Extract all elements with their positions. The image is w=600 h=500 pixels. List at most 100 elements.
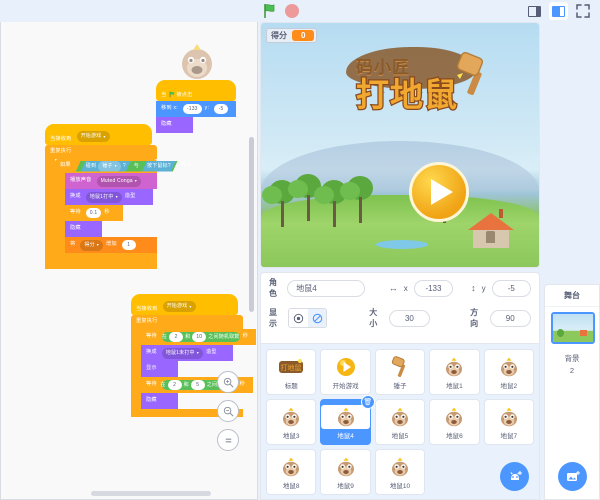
block-if-then[interactable]: 如果 碰到 锤子 ▾ ? 与 按下鼠标? 那么 播放声音 Muted Conga… [55,159,191,261]
random-from[interactable]: 2 [169,332,184,342]
hammer-icon [391,355,406,377]
stage-thumbnail[interactable] [551,312,595,344]
code-horizontal-scrollbar[interactable] [91,491,211,496]
script-when-flag-clicked[interactable]: 当 被点击 移到 x: -133 y: -5 隐藏 [156,80,237,133]
stage-thumbnail-wrap[interactable] [545,307,599,349]
add-backdrop-button[interactable] [558,462,587,491]
sprite-info-panel: 角色 地鼠4 ↔ x -133 ↕ y -5 显示 大小 30 方向 90 [260,272,540,344]
wait-input[interactable]: 0.1 [85,208,102,218]
costume-suffix: 造型 [205,349,217,356]
sprite-tile-label: 地鼠1 [446,382,463,390]
forever-header: 重复执行 [131,315,243,329]
sprite-tile-label: 地鼠6 [446,432,463,440]
stage[interactable]: ⌃ ⌃ ⌃ ⌃ 得分 0 码小匠 打地鼠 [260,22,540,268]
large-stage-layout-button[interactable] [549,2,568,20]
y-input[interactable]: -5 [491,279,532,297]
stage-layout-controls [525,2,592,20]
sprite-tile-地鼠10[interactable]: 地鼠10 [374,449,426,495]
sprite-watermark-icon [182,44,212,79]
code-workspace[interactable]: 当 被点击 移到 x: -133 y: -5 隐藏 当接收到 开始游戏 ▾ 重复… [0,22,258,500]
sprite-tile-地鼠7[interactable]: 地鼠7 [483,399,534,445]
touching-block[interactable]: 碰到 锤子 ▾ ? [81,161,131,172]
hammer-sprite-icon [456,52,484,96]
costume-dropdown[interactable]: 地鼠1打中 ▾ [85,191,122,203]
block-hide[interactable]: 隐藏 [65,221,102,237]
block-when-i-receive[interactable]: 当接收到 开始游戏 ▾ [45,124,152,145]
equals-icon [225,438,231,442]
random-from[interactable]: 2 [167,380,182,390]
visibility-label: 显示 [269,308,277,328]
costume-dropdown[interactable]: 地鼠1未打中 ▾ [161,347,203,359]
green-flag-icon[interactable] [263,3,279,19]
block-change-variable[interactable]: 将 得分 ▾ 增加 1 [65,237,157,253]
mole-icon [283,407,300,426]
show-sprite-button[interactable] [289,309,308,327]
score-readout: 得分 0 [266,28,318,43]
when-receive-label: 当接收到 [50,135,72,142]
sprite-thumbnail [280,455,302,479]
block-wait-seconds[interactable]: 等待 0.1 秒 [65,205,123,221]
x-arrow-icon: ↔ [388,283,398,293]
block-switch-costume[interactable]: 换成 地鼠1打中 ▾ 造型 [65,189,153,205]
mole-icon [337,407,354,426]
x-input[interactable]: -133 [413,279,454,297]
mouse-down-block[interactable]: 按下鼠标? [142,161,176,172]
block-hide[interactable]: 隐藏 [156,117,193,133]
sprite-tile-地鼠4[interactable]: 地鼠4 🗑 [320,395,375,445]
variable-dropdown[interactable]: 得分 ▾ [80,239,104,251]
block-wait-random-1[interactable]: 等待 在 2 和 10 之间随机取数 秒 [141,329,256,345]
zoom-reset-button[interactable] [217,429,239,451]
sprite-tile-地鼠1[interactable]: 地鼠1 [429,349,480,395]
zoom-out-button[interactable] [217,400,239,422]
change-var-label: 将 [70,241,76,248]
sound-dropdown[interactable]: Muted Conga ▾ [96,175,142,187]
sprite-tile-地鼠3[interactable]: 地鼠3 [266,399,317,445]
goto-y-label: y: [204,105,210,112]
sprite-tile-开始游戏[interactable]: 开始游戏 [320,349,371,395]
delete-sprite-button[interactable]: 🗑 [360,395,375,409]
block-forever[interactable]: 重复执行 如果 碰到 锤子 ▾ ? 与 按下鼠标? 那么 播放声音 Muted … [45,145,191,269]
sprite-tile-地鼠2[interactable]: 地鼠2 [483,349,534,395]
random-to[interactable]: 10 [192,332,207,342]
visibility-toggle-group [288,308,328,328]
sprite-tile-label: 地鼠7 [500,432,518,440]
random-to[interactable]: 5 [190,380,205,390]
sprite-tile-地鼠6[interactable]: 地鼠6 [429,399,480,445]
small-stage-layout-button[interactable] [525,2,544,20]
block-when-i-receive[interactable]: 当接收到 开始游戏 ▾ [131,294,238,315]
sprite-tile-标题[interactable]: 打地鼠 标题 [266,349,317,395]
stop-button-icon[interactable] [285,4,299,18]
and-operator-block[interactable]: 碰到 锤子 ▾ ? 与 按下鼠标? [76,161,178,172]
message-dropdown[interactable]: 开始游戏 ▾ [162,301,196,312]
code-vertical-scrollbar[interactable] [249,137,254,312]
sprite-tile-锤子[interactable]: 锤子 [374,349,426,395]
message-dropdown[interactable]: 开始游戏 ▾ [76,131,110,142]
sprite-name-input[interactable]: 地鼠4 [287,279,365,297]
y-arrow-icon: ↕ [471,283,476,293]
script-when-receive-start-1[interactable]: 当接收到 开始游戏 ▾ 重复执行 如果 碰到 锤子 ▾ ? 与 按下鼠标? 那么… [45,124,191,269]
zoom-in-button[interactable] [217,371,239,393]
play-button[interactable] [409,162,469,222]
goto-y-input[interactable]: -5 [214,104,229,114]
hide-sprite-button[interactable] [307,309,327,327]
block-hide[interactable]: 隐藏 [141,393,178,409]
size-input[interactable]: 30 [388,309,431,327]
goto-x-input[interactable]: -133 [182,104,202,114]
direction-label: 方向 [470,308,479,328]
game-title: 码小匠 打地鼠 [355,53,459,113]
sprite-tile-地鼠9[interactable]: 地鼠9 [320,449,371,495]
pick-random-block-1[interactable]: 在 2 和 10 之间随机取数 [161,332,240,342]
sprite-tile-地鼠8[interactable]: 地鼠8 [266,449,317,495]
chevron-down-icon: ▾ [196,350,199,355]
block-when-flag-clicked[interactable]: 当 被点击 [156,80,237,101]
change-amount-input[interactable]: 1 [121,240,136,250]
sprite-tile-地鼠5[interactable]: 地鼠5 [374,399,426,445]
block-play-sound[interactable]: 播放声音 Muted Conga ▾ [65,173,157,189]
block-show[interactable]: 显示 [141,361,178,377]
add-sprite-button[interactable] [500,462,529,491]
fullscreen-button[interactable] [573,2,592,20]
block-switch-costume[interactable]: 换成 地鼠1未打中 ▾ 造型 [141,345,233,361]
direction-input[interactable]: 90 [489,309,531,327]
block-go-to-xy[interactable]: 移到 x: -133 y: -5 [156,101,237,117]
touching-target-dropdown[interactable]: 锤子 ▾ [98,161,121,172]
